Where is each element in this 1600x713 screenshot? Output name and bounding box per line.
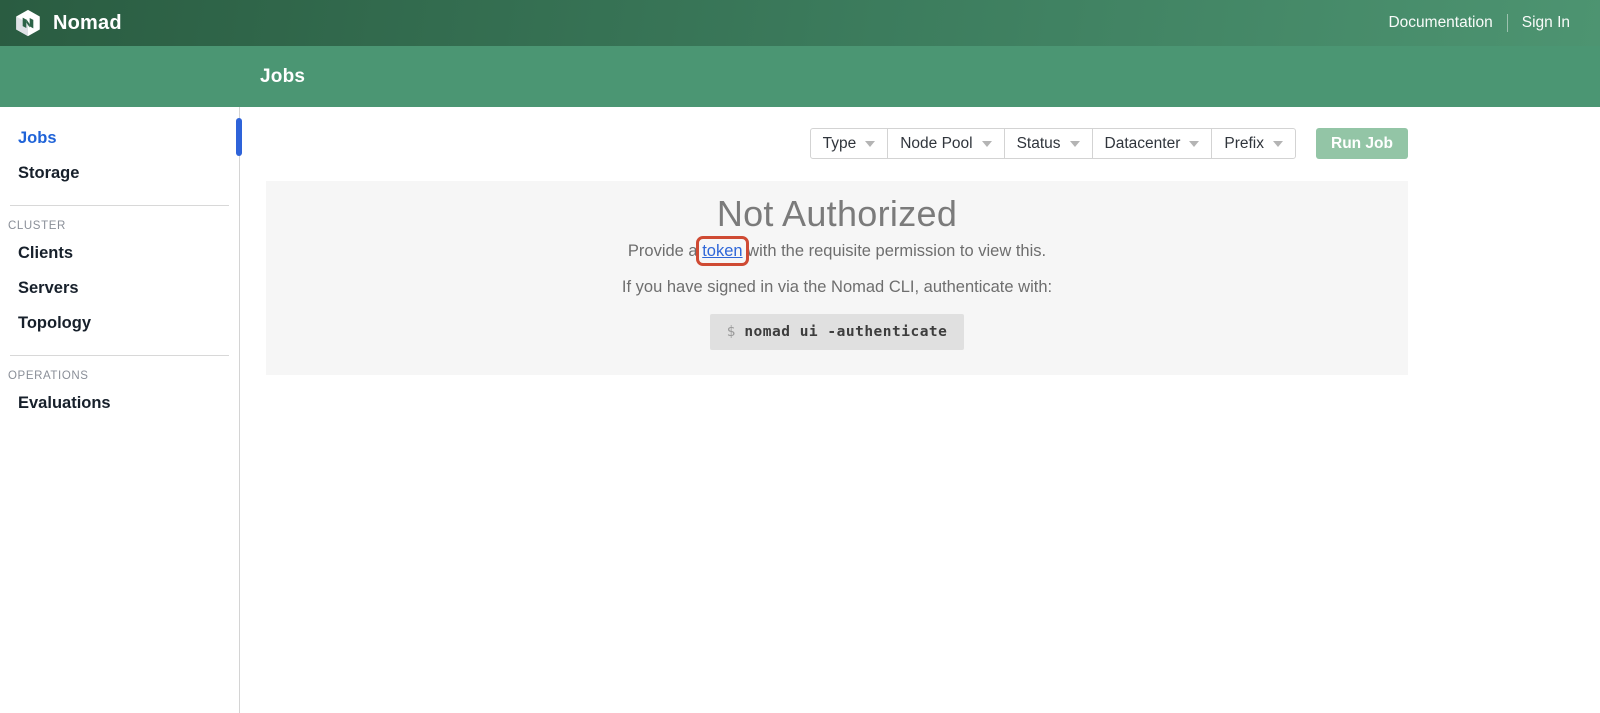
- main-content: Type Node Pool Status Datacenter Prefix: [240, 107, 1600, 713]
- filter-datacenter-label: Datacenter: [1105, 135, 1181, 153]
- sidebar-scrollbar-thumb[interactable]: [236, 118, 242, 156]
- filter-prefix-dropdown[interactable]: Prefix: [1211, 128, 1296, 159]
- chevron-down-icon: [865, 141, 875, 147]
- token-link[interactable]: token: [702, 242, 742, 260]
- documentation-link[interactable]: Documentation: [1388, 14, 1492, 32]
- not-authorized-title: Not Authorized: [266, 193, 1408, 235]
- chevron-down-icon: [1273, 141, 1283, 147]
- filter-dropdown-group: Type Node Pool Status Datacenter Prefix: [810, 128, 1296, 159]
- shell-command: nomad ui -authenticate: [744, 324, 947, 340]
- run-job-button[interactable]: Run Job: [1316, 128, 1408, 159]
- filter-toolbar: Type Node Pool Status Datacenter Prefix: [266, 128, 1408, 159]
- not-authorized-message: Provide a token with the requisite permi…: [266, 242, 1408, 261]
- sidebar-section-operations: OPERATIONS: [0, 366, 239, 386]
- filter-status-label: Status: [1017, 135, 1061, 153]
- sidebar-item-storage[interactable]: Storage: [0, 156, 239, 191]
- navbar-links: Documentation Sign In: [1388, 14, 1570, 32]
- sidebar: Jobs Storage CLUSTER Clients Servers Top…: [0, 107, 240, 713]
- cli-code-block: $ nomad ui -authenticate: [710, 314, 965, 350]
- nomad-logo-icon: [14, 9, 42, 37]
- not-authorized-panel: Not Authorized Provide a token with the …: [266, 181, 1408, 375]
- sidebar-divider: [10, 205, 229, 206]
- filter-prefix-label: Prefix: [1224, 135, 1264, 153]
- cli-message: If you have signed in via the Nomad CLI,…: [266, 278, 1408, 297]
- nomad-home-link[interactable]: Nomad: [14, 9, 122, 37]
- message-suffix: with the requisite permission to view th…: [743, 242, 1047, 260]
- sign-in-link[interactable]: Sign In: [1522, 14, 1570, 32]
- page-title: Jobs: [260, 66, 305, 88]
- top-navbar: Nomad Documentation Sign In: [0, 0, 1600, 46]
- chevron-down-icon: [982, 141, 992, 147]
- subnav: Jobs: [0, 46, 1600, 107]
- sidebar-section-cluster: CLUSTER: [0, 216, 239, 236]
- filter-node-pool-dropdown[interactable]: Node Pool: [887, 128, 1004, 159]
- filter-type-label: Type: [823, 135, 857, 153]
- filter-datacenter-dropdown[interactable]: Datacenter: [1092, 128, 1213, 159]
- filter-type-dropdown[interactable]: Type: [810, 128, 889, 159]
- sidebar-item-jobs[interactable]: Jobs: [0, 121, 239, 156]
- sidebar-item-topology[interactable]: Topology: [0, 306, 239, 341]
- brand-name: Nomad: [53, 12, 122, 35]
- shell-prompt: $: [727, 324, 736, 340]
- chevron-down-icon: [1189, 141, 1199, 147]
- sidebar-item-servers[interactable]: Servers: [0, 271, 239, 306]
- navbar-separator: [1507, 14, 1508, 32]
- sidebar-item-evaluations[interactable]: Evaluations: [0, 386, 239, 421]
- chevron-down-icon: [1070, 141, 1080, 147]
- filter-status-dropdown[interactable]: Status: [1004, 128, 1093, 159]
- message-prefix: Provide a: [628, 242, 702, 260]
- sidebar-divider: [10, 355, 229, 356]
- sidebar-item-clients[interactable]: Clients: [0, 236, 239, 271]
- filter-node-pool-label: Node Pool: [900, 135, 972, 153]
